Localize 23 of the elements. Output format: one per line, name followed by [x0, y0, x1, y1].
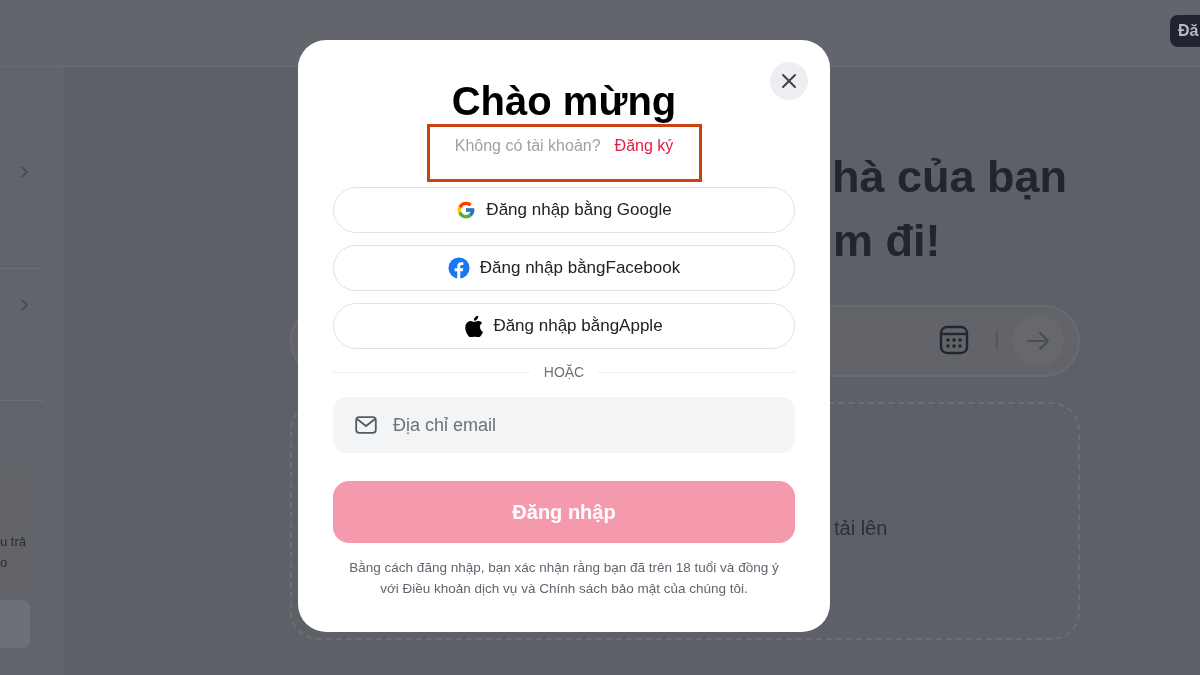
- chevron-right-icon[interactable]: [19, 166, 29, 178]
- heading-fragment: hà của bạn: [832, 151, 1068, 203]
- header-button[interactable]: Đă: [1170, 15, 1200, 47]
- mail-icon: [355, 416, 377, 434]
- chevron-right-icon[interactable]: [19, 299, 29, 311]
- modal-title: Chào mừng: [451, 78, 677, 124]
- google-logo-icon: [456, 200, 477, 220]
- heading-fragment: m đi!: [833, 215, 941, 267]
- close-button[interactable]: [770, 62, 808, 100]
- google-login-button[interactable]: Đăng nhập bằng Google: [333, 187, 795, 233]
- legal-text: Bằng cách đăng nhập, bạn xác nhận rằng bạn đã trên 18 tuổi và đồng ý với Điều khoản dịch vụ và Chính sách bảo mật của chúng tôi.: [348, 559, 780, 598]
- close-icon: [781, 73, 797, 89]
- apple-login-button[interactable]: Đăng nhập bằngApple: [333, 303, 795, 349]
- signup-prompt: Không có tài khoản?: [454, 137, 601, 156]
- facebook-login-button[interactable]: Đăng nhập bằngFacebook: [333, 245, 795, 291]
- calendar-icon[interactable]: [938, 324, 970, 356]
- apple-logo-icon: [465, 315, 484, 337]
- card-text: u trả: [0, 533, 26, 551]
- signup-link[interactable]: Đăng ký: [614, 137, 674, 179]
- email-field[interactable]: Địa chỉ email: [333, 397, 795, 453]
- facebook-logo-icon: [447, 257, 470, 279]
- email-input[interactable]: Địa chỉ email: [391, 413, 773, 437]
- divider-text: HOẶC: [543, 364, 585, 380]
